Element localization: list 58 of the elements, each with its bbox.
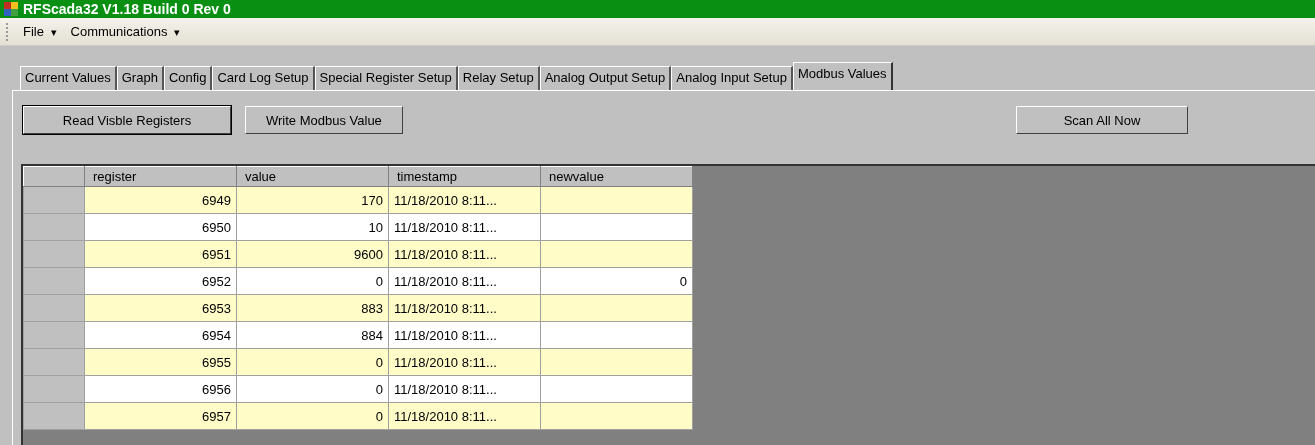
table-cell: 170: [236, 186, 389, 214]
row-header[interactable]: [23, 294, 85, 322]
table-cell: 11/18/2010 8:11...: [388, 294, 541, 322]
table-cell: 0: [236, 375, 389, 403]
corner-header: [23, 166, 85, 187]
menu-item[interactable]: File ▾: [23, 22, 57, 41]
tab[interactable]: Modbus Values: [792, 62, 893, 91]
tab[interactable]: Relay Setup: [457, 66, 540, 90]
table-cell: 6950: [84, 213, 237, 241]
table-cell: 9600: [236, 240, 389, 268]
scan-button[interactable]: Scan All Now: [1016, 106, 1188, 134]
app-icon: [3, 2, 19, 16]
column-header[interactable]: register: [84, 166, 237, 187]
table-cell: 11/18/2010 8:11...: [388, 402, 541, 430]
button[interactable]: Write Modbus Value: [245, 106, 403, 134]
table-cell: 6956: [84, 375, 237, 403]
grip-icon: [6, 21, 9, 42]
column-header[interactable]: value: [236, 166, 389, 187]
row-header[interactable]: [23, 267, 85, 295]
table-cell: 11/18/2010 8:11...: [388, 240, 541, 268]
table-cell: 6951: [84, 240, 237, 268]
button[interactable]: Read Visble Registers: [23, 106, 231, 134]
tab[interactable]: Card Log Setup: [212, 66, 315, 90]
table-cell: 11/18/2010 8:11...: [388, 186, 541, 214]
table-cell: 883: [236, 294, 389, 322]
table-cell: 11/18/2010 8:11...: [388, 213, 541, 241]
table-cell: 6957: [84, 402, 237, 430]
row-header[interactable]: [23, 240, 85, 268]
row-header[interactable]: [23, 186, 85, 214]
table-cell: 0: [236, 348, 389, 376]
column-header[interactable]: newvalue: [540, 166, 693, 187]
row-header[interactable]: [23, 213, 85, 241]
table-cell: 884: [236, 321, 389, 349]
tab[interactable]: Current Values: [20, 66, 117, 90]
table-cell: 0: [236, 402, 389, 430]
table-cell: 10: [236, 213, 389, 241]
table-cell: 11/18/2010 8:11...: [388, 348, 541, 376]
table-cell: 6953: [84, 294, 237, 322]
table-cell: 0: [540, 267, 693, 295]
table-cell: 11/18/2010 8:11...: [388, 375, 541, 403]
window-title: RFScada32 V1.18 Build 0 Rev 0: [23, 0, 231, 18]
row-header[interactable]: [23, 402, 85, 430]
tab[interactable]: Special Register Setup: [314, 66, 458, 90]
table-cell: 0: [236, 267, 389, 295]
table-cell: 11/18/2010 8:11...: [388, 321, 541, 349]
tab[interactable]: Analog Output Setup: [539, 66, 672, 90]
table-cell: 11/18/2010 8:11...: [388, 267, 541, 295]
table-cell: 6952: [84, 267, 237, 295]
tab[interactable]: Graph: [116, 66, 164, 90]
row-header[interactable]: [23, 348, 85, 376]
menu-item[interactable]: Communications ▾: [70, 22, 180, 41]
table-cell: 6949: [84, 186, 237, 214]
row-header[interactable]: [23, 375, 85, 403]
column-header[interactable]: timestamp: [388, 166, 541, 187]
table-cell: 6955: [84, 348, 237, 376]
table-cell: 6954: [84, 321, 237, 349]
row-header[interactable]: [23, 321, 85, 349]
tab[interactable]: Config: [163, 66, 213, 90]
